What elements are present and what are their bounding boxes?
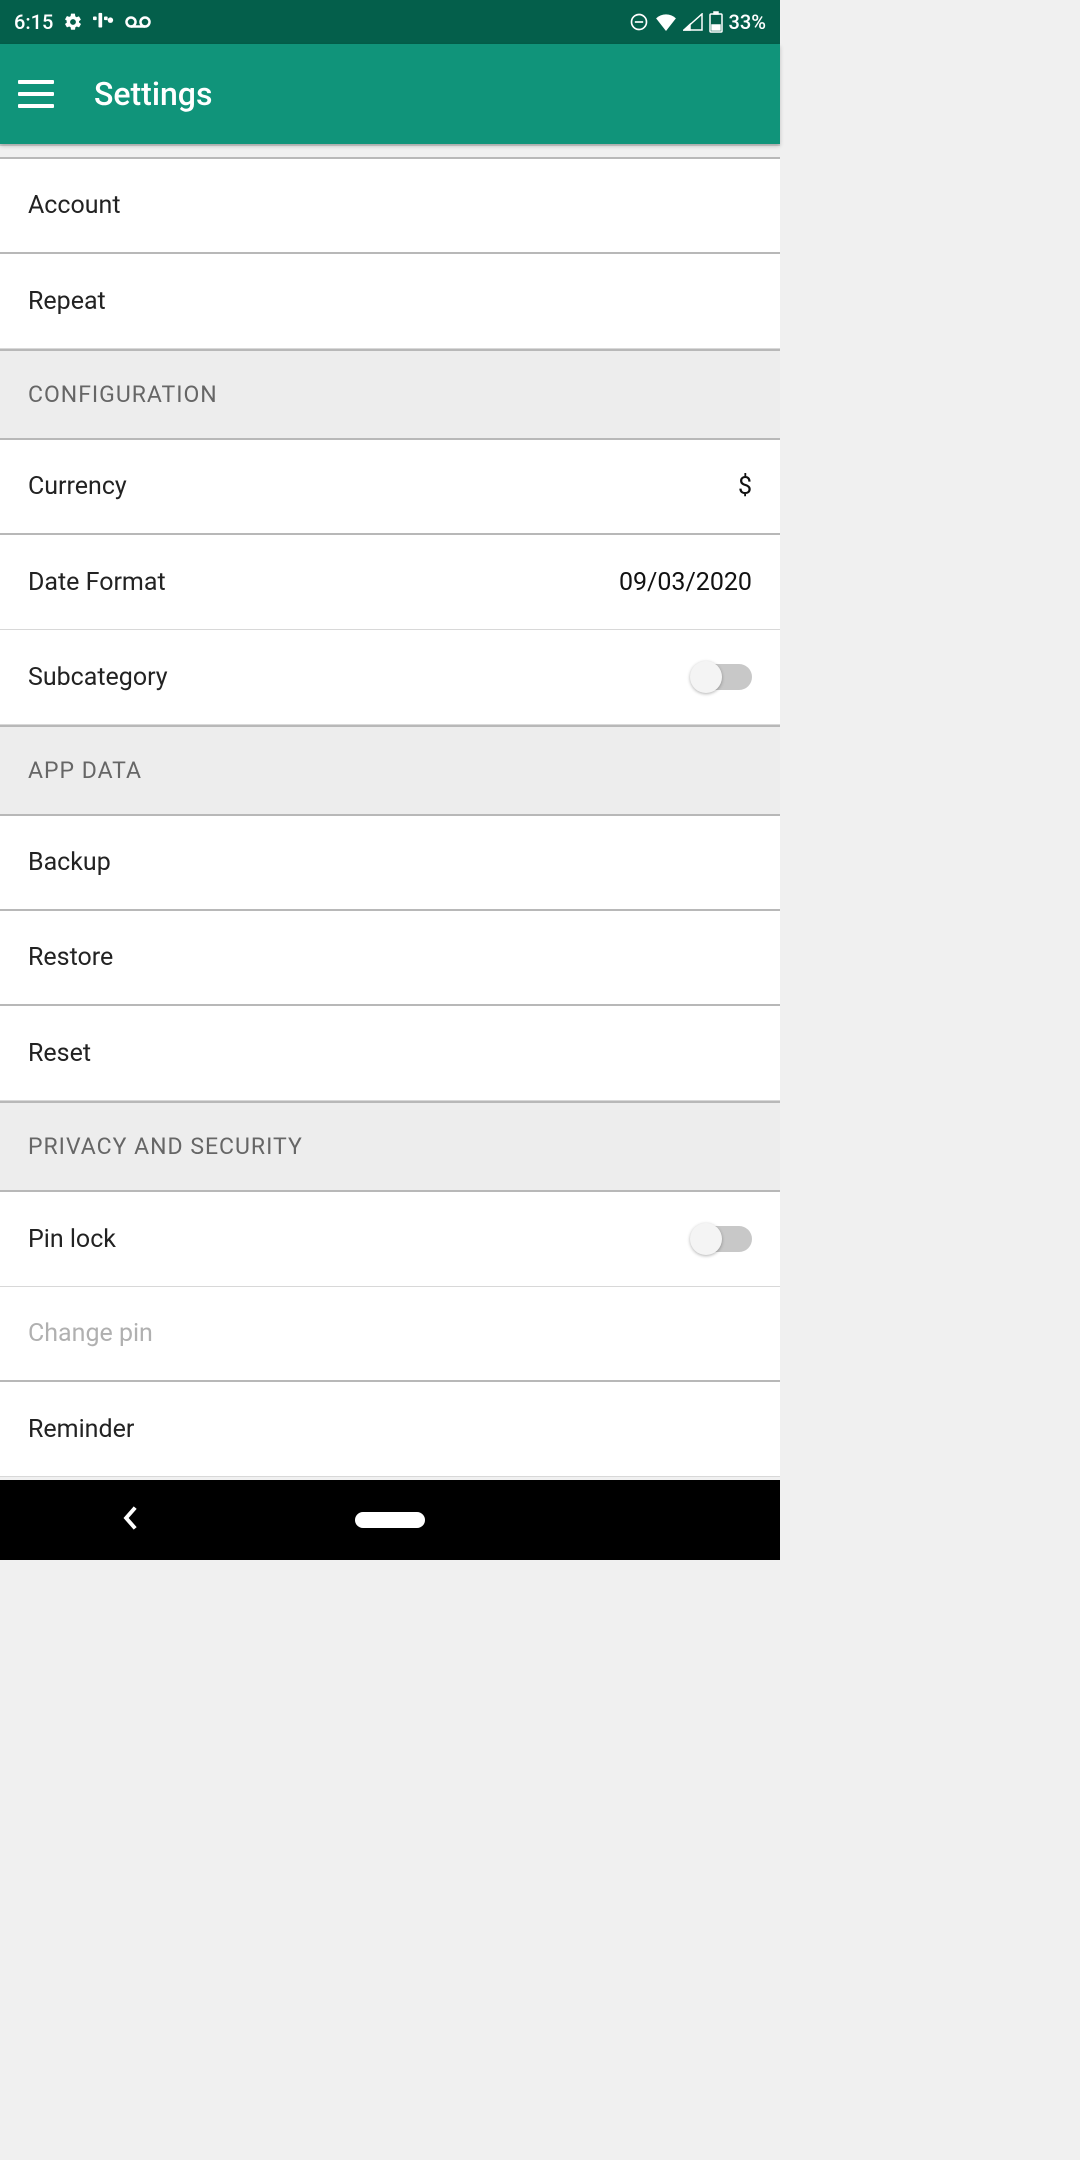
row-backup[interactable]: Backup: [0, 816, 780, 911]
status-time: 6:15: [14, 10, 53, 34]
row-label: Backup: [28, 848, 111, 877]
section-privacy: PRIVACY AND SECURITY: [0, 1101, 780, 1192]
row-pin-lock[interactable]: Pin lock: [0, 1192, 780, 1287]
row-value: 09/03/2020: [619, 568, 752, 597]
toggle-knob: [690, 661, 722, 693]
page-title: Settings: [94, 75, 212, 113]
battery-percent: 33%: [729, 10, 766, 34]
row-label: Currency: [28, 472, 127, 501]
row-label: Repeat: [28, 287, 106, 316]
row-label: Date Format: [28, 568, 166, 597]
row-restore[interactable]: Restore: [0, 911, 780, 1006]
row-label: Restore: [28, 943, 113, 972]
menu-icon[interactable]: [18, 80, 54, 108]
toggle-knob: [690, 1223, 722, 1255]
row-label: Subcategory: [28, 663, 168, 692]
row-subcategory[interactable]: Subcategory: [0, 630, 780, 725]
status-bar: 6:15 33%: [0, 0, 780, 44]
row-repeat[interactable]: Repeat: [0, 254, 780, 349]
subcategory-toggle[interactable]: [692, 664, 752, 690]
section-configuration: CONFIGURATION: [0, 349, 780, 440]
pin-lock-toggle[interactable]: [692, 1226, 752, 1252]
section-app-data: APP DATA: [0, 725, 780, 816]
row-label: Reset: [28, 1039, 91, 1068]
row-label: Reminder: [28, 1415, 134, 1444]
cellular-icon: [683, 13, 703, 31]
voicemail-icon: [125, 15, 151, 29]
row-reminder[interactable]: Reminder: [0, 1382, 780, 1477]
row-label: Account: [28, 191, 121, 220]
row-date-format[interactable]: Date Format 09/03/2020: [0, 535, 780, 630]
row-change-pin: Change pin: [0, 1287, 780, 1382]
row-currency[interactable]: Currency $: [0, 440, 780, 535]
row-reset[interactable]: Reset: [0, 1006, 780, 1101]
row-account[interactable]: Account: [0, 159, 780, 254]
back-icon[interactable]: [1, 1505, 258, 1535]
teams-icon: [93, 12, 115, 32]
app-bar: Settings: [0, 44, 780, 144]
divider: [0, 144, 780, 159]
dnd-icon: [629, 12, 649, 32]
navigation-bar: [0, 1480, 780, 1560]
settings-list: Account Repeat CONFIGURATION Currency $ …: [0, 144, 780, 1480]
settings-icon: [63, 12, 83, 32]
home-pill[interactable]: [355, 1512, 425, 1528]
wifi-icon: [655, 13, 677, 31]
battery-icon: [709, 11, 723, 33]
row-label: Pin lock: [28, 1225, 116, 1254]
row-value: $: [738, 472, 752, 501]
row-label: Change pin: [28, 1319, 153, 1348]
